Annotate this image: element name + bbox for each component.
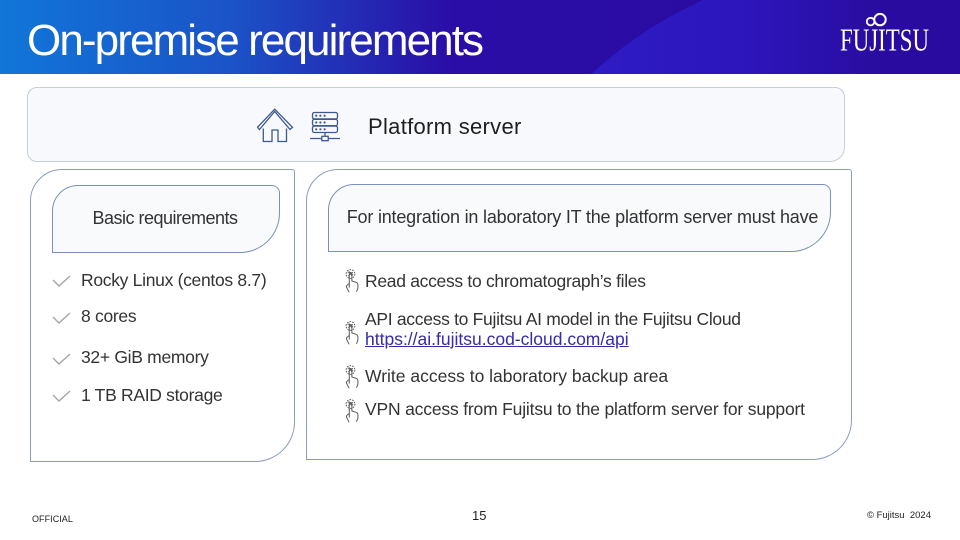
svg-text:FUJITSU: FUJITSU [840, 22, 929, 57]
